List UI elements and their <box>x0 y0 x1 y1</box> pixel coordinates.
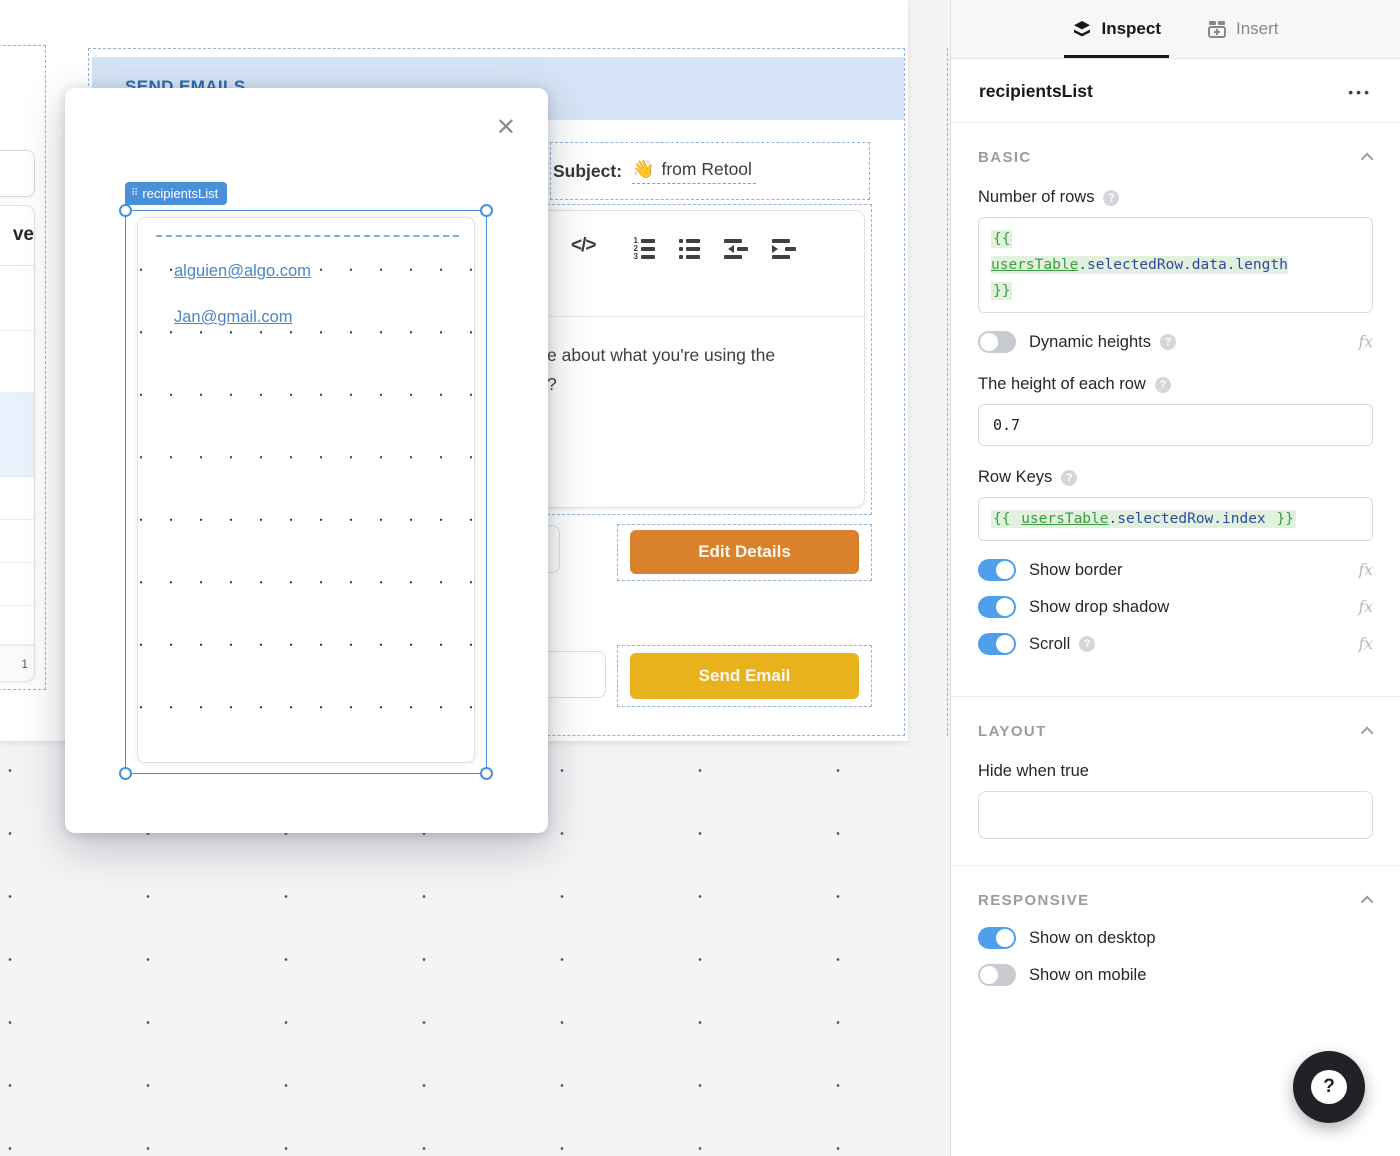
rich-text-editor[interactable]: </> 1 2 3 <box>540 210 865 508</box>
basic-section-title: BASIC <box>978 149 1032 166</box>
adjacent-container-border <box>947 48 948 736</box>
recipient-link[interactable]: Jan@gmail.com <box>174 308 297 327</box>
subject-label: Subject: <box>553 161 622 182</box>
wave-emoji-icon: 👋 <box>632 159 654 180</box>
subject-text: from Retool <box>661 159 751 180</box>
resize-handle-bottom-right[interactable] <box>480 767 493 780</box>
show-drop-shadow-row: Show drop shadow fx <box>978 596 1373 618</box>
help-icon[interactable]: ? <box>1079 636 1095 652</box>
show-on-desktop-row: Show on desktop <box>978 927 1373 949</box>
help-icon[interactable]: ? <box>1155 377 1171 393</box>
help-icon[interactable]: ? <box>1103 190 1119 206</box>
scroll-label: Scroll ? <box>1029 635 1095 654</box>
scroll-row: Scroll ? fx <box>978 633 1373 655</box>
row-keys-code-editor[interactable]: {{ usersTable.selectedRow.index }} <box>978 497 1373 541</box>
recipients-list-view[interactable]: alguien@algo.com Jan@gmail.com <box>137 217 475 763</box>
ordered-list-icon[interactable]: 1 2 3 <box>633 239 655 259</box>
table-search-input-partial[interactable] <box>0 150 35 197</box>
hide-when-true-input[interactable] <box>978 791 1373 839</box>
fx-icon[interactable]: fx <box>1359 333 1373 351</box>
show-on-desktop-toggle[interactable] <box>978 927 1016 949</box>
table-row[interactable] <box>0 266 34 331</box>
table-row[interactable] <box>0 606 34 645</box>
table-row[interactable] <box>0 331 34 393</box>
hide-when-true-label: Hide when true <box>978 762 1373 781</box>
fx-icon[interactable]: fx <box>1359 598 1373 616</box>
help-fab-button[interactable]: ? <box>1293 1051 1365 1123</box>
email-body-text[interactable]: e about what you're using the ? <box>541 317 864 399</box>
tab-inspect[interactable]: Inspect <box>1072 0 1161 58</box>
send-email-button[interactable]: Send Email <box>630 653 859 699</box>
show-drop-shadow-label: Show drop shadow <box>1029 598 1169 617</box>
show-border-toggle[interactable] <box>978 559 1016 581</box>
fx-icon[interactable]: fx <box>1359 561 1373 579</box>
dynamic-heights-toggle[interactable] <box>978 331 1016 353</box>
table-row-selected[interactable] <box>0 393 34 478</box>
component-tag-label: recipientsList <box>142 186 218 201</box>
show-border-row: Show border fx <box>978 559 1373 581</box>
bullet-list-icon[interactable] <box>679 239 700 259</box>
table-column-header: ve <box>0 206 34 266</box>
drag-handle-icon[interactable]: ⠿ <box>131 188 137 199</box>
indent-icon[interactable] <box>772 239 796 259</box>
show-border-label: Show border <box>1029 561 1123 580</box>
show-on-desktop-label: Show on desktop <box>1029 929 1156 948</box>
edit-details-button[interactable]: Edit Details <box>630 530 859 574</box>
component-name-tag[interactable]: ⠿ recipientsList <box>125 182 227 205</box>
section-basic: BASIC Number of rows ? {{ usersTable.sel… <box>951 123 1400 696</box>
responsive-section-title: RESPONSIVE <box>978 892 1090 909</box>
modal-frame: ✕ ⠿ recipientsList alguien@algo.com Jan@… <box>65 88 548 833</box>
insert-icon <box>1207 19 1227 39</box>
help-icon[interactable]: ? <box>1061 470 1077 486</box>
collapse-chevron-icon[interactable] <box>1361 727 1374 740</box>
retool-editor: ve 1 SEND EMAILS Subject: 👋from Retool <… <box>0 0 1400 1156</box>
table-footer: 1 <box>0 645 34 681</box>
component-name: recipientsList <box>979 81 1093 102</box>
number-of-rows-code-editor[interactable]: {{ usersTable.selectedRow.data.length }} <box>978 217 1373 313</box>
subject-row: Subject: 👋 from Retool <box>550 142 870 200</box>
panel-tabbar: Inspect Insert <box>951 0 1400 59</box>
table-row[interactable] <box>0 477 34 520</box>
subject-value[interactable]: 👋 from Retool <box>632 159 756 184</box>
section-layout: LAYOUT Hide when true <box>951 696 1400 865</box>
fx-icon[interactable]: fx <box>1359 635 1373 653</box>
layout-section-title: LAYOUT <box>978 723 1047 740</box>
collapse-chevron-icon[interactable] <box>1361 896 1374 909</box>
close-icon[interactable]: ✕ <box>496 116 516 140</box>
editor-canvas[interactable]: ve 1 SEND EMAILS Subject: 👋from Retool <… <box>0 0 950 1156</box>
row-height-input[interactable] <box>978 404 1373 446</box>
tab-insert[interactable]: Insert <box>1207 0 1279 58</box>
show-on-mobile-label: Show on mobile <box>1029 966 1146 985</box>
modal-grid-dots <box>123 135 515 153</box>
section-responsive: RESPONSIVE Show on desktop Show on mobil… <box>951 865 1400 1027</box>
show-drop-shadow-toggle[interactable] <box>978 596 1016 618</box>
layers-icon <box>1072 19 1092 39</box>
component-header: recipientsList ••• <box>951 59 1400 123</box>
scroll-toggle[interactable] <box>978 633 1016 655</box>
collapse-chevron-icon[interactable] <box>1361 153 1374 166</box>
show-on-mobile-toggle[interactable] <box>978 964 1016 986</box>
recipient-link[interactable]: alguien@algo.com <box>174 262 315 281</box>
table-row[interactable] <box>0 563 34 606</box>
row-height-label: The height of each row ? <box>978 375 1373 394</box>
users-table-partial[interactable]: ve 1 <box>0 205 35 682</box>
resize-handle-top-left[interactable] <box>119 204 132 217</box>
show-on-mobile-row: Show on mobile <box>978 964 1373 986</box>
question-bubble-icon: ? <box>1311 1070 1347 1104</box>
resize-handle-top-right[interactable] <box>480 204 493 217</box>
help-icon[interactable]: ? <box>1160 334 1176 350</box>
outdent-icon[interactable] <box>724 239 748 259</box>
code-view-icon[interactable]: </> <box>571 235 595 257</box>
list-row-separator <box>156 235 459 237</box>
resize-handle-bottom-left[interactable] <box>119 767 132 780</box>
dynamic-heights-label: Dynamic heights ? <box>1029 333 1176 352</box>
table-row[interactable] <box>0 520 34 563</box>
editor-toolbar: </> 1 2 3 <box>541 211 864 317</box>
overflow-menu-icon[interactable]: ••• <box>1348 84 1372 100</box>
number-of-rows-label: Number of rows ? <box>978 188 1373 207</box>
inspector-panel: Inspect Insert recipientsList ••• BASIC <box>950 0 1400 1156</box>
dynamic-heights-row: Dynamic heights ? fx <box>978 331 1373 353</box>
row-keys-label: Row Keys ? <box>978 468 1373 487</box>
